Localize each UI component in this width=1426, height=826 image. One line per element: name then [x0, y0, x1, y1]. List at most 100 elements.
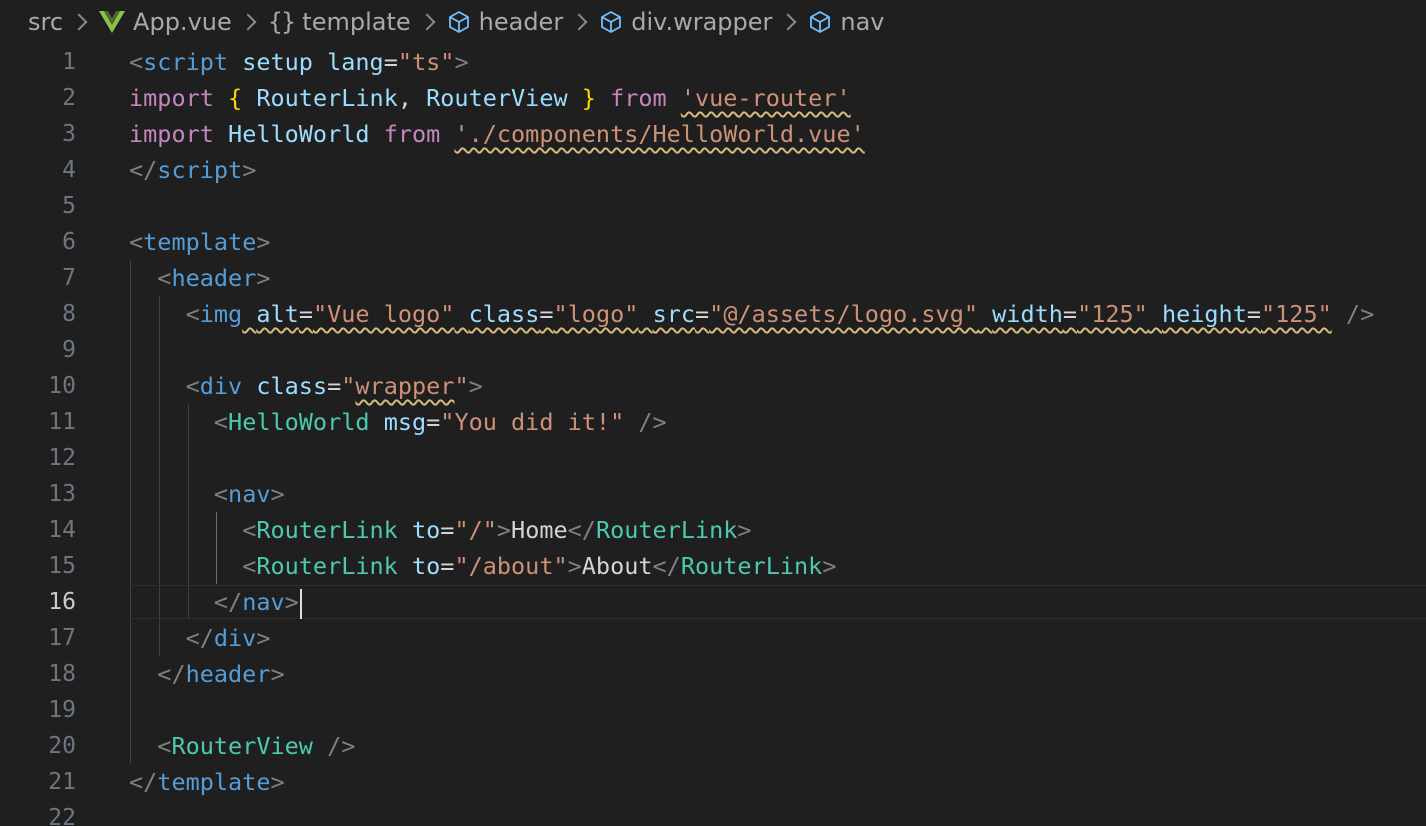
code-line[interactable]: 7 <header>	[0, 260, 1426, 296]
breadcrumb-item-header[interactable]: header	[447, 8, 563, 36]
code-token: header	[171, 264, 257, 292]
code-line[interactable]: 12	[0, 440, 1426, 476]
breadcrumb-item-nav[interactable]: nav	[808, 8, 885, 36]
breadcrumb-item-div-wrapper[interactable]: div.wrapper	[599, 8, 772, 36]
code-token: template	[143, 228, 257, 256]
line-number: 21	[48, 769, 76, 795]
code-token: </	[185, 624, 214, 652]
code-text: <div class="wrapper">	[129, 368, 483, 404]
code-token: HelloWorld	[228, 408, 370, 436]
code-text: <RouterView />	[129, 728, 355, 764]
code-line[interactable]: 10 <div class="wrapper">	[0, 368, 1426, 404]
code-token: </	[157, 660, 186, 688]
code-token: =	[298, 300, 313, 328]
line-number: 15	[48, 553, 76, 579]
code-text: <template>	[129, 224, 271, 260]
code-token: RouterLink	[256, 516, 398, 544]
code-token: </	[567, 516, 596, 544]
code-token: template	[157, 768, 271, 796]
code-line[interactable]: 8 <img alt="Vue logo" class="logo" src="…	[0, 296, 1426, 332]
line-number: 17	[48, 625, 76, 651]
code-line[interactable]: 14 <RouterLink to="/">Home</RouterLink>	[0, 512, 1426, 548]
code-token: import	[129, 120, 214, 148]
code-token: =	[539, 300, 554, 328]
code-line[interactable]: 5	[0, 188, 1426, 224]
breadcrumb: src App.vue {} template header div.wrapp…	[0, 0, 1426, 44]
code-token: from	[383, 120, 441, 148]
code-token: About	[581, 552, 653, 580]
breadcrumb-label: template	[302, 8, 411, 36]
code-token: './components/HelloWorld.vue'	[454, 120, 865, 148]
code-text: <header>	[129, 260, 270, 296]
code-line[interactable]: 4 </script>	[0, 152, 1426, 188]
code-line[interactable]: 6 <template>	[0, 224, 1426, 260]
breadcrumb-item-app-vue[interactable]: App.vue	[99, 8, 232, 36]
code-line[interactable]: 3 import HelloWorld from './components/He…	[0, 116, 1426, 152]
breadcrumb-item-template[interactable]: {} template	[268, 8, 411, 36]
code-text: </nav>	[129, 584, 302, 620]
code-token: "	[454, 372, 469, 400]
code-token: />	[1345, 300, 1375, 328]
code-token: src	[652, 300, 696, 328]
code-line[interactable]: 18 </header>	[0, 656, 1426, 692]
line-number: 9	[62, 337, 76, 363]
code-line[interactable]: 17 </div>	[0, 620, 1426, 656]
code-token: >	[284, 588, 299, 616]
code-token: >	[468, 372, 483, 400]
code-text: </header>	[129, 656, 285, 692]
chevron-right-icon	[418, 13, 436, 31]
breadcrumb-label: src	[28, 8, 64, 36]
code-token: "/"	[454, 516, 497, 544]
breadcrumb-label: nav	[840, 8, 885, 36]
code-line[interactable]: 20 <RouterView />	[0, 728, 1426, 764]
code-token: </	[129, 768, 158, 796]
code-token: {	[228, 84, 243, 112]
code-token: RouterLink	[256, 552, 398, 580]
breadcrumb-item-src[interactable]: src	[28, 8, 63, 36]
code-token: RouterLink	[595, 516, 738, 544]
vue-icon	[99, 11, 126, 33]
code-token: >	[256, 624, 271, 652]
code-token: <	[242, 552, 257, 580]
code-line[interactable]: 11 <HelloWorld msg="You did it!" />	[0, 404, 1426, 440]
code-line[interactable]: 1 <script setup lang="ts">	[0, 44, 1426, 80]
code-line[interactable]: 15 <RouterLink to="/about">About</Router…	[0, 548, 1426, 584]
code-line[interactable]: 21 </template>	[0, 764, 1426, 800]
code-text: import HelloWorld from './components/Hel…	[129, 116, 865, 152]
code-token: class	[468, 300, 540, 328]
code-token: "@/assets/logo.svg"	[709, 300, 978, 328]
code-token: RouterLink	[680, 552, 823, 580]
code-line[interactable]: 22	[0, 800, 1426, 826]
code-token: class	[256, 372, 328, 400]
code-token: />	[327, 732, 356, 760]
code-token: <	[213, 480, 229, 508]
chevron-right-icon	[570, 13, 588, 31]
code-line[interactable]: 2 import { RouterLink, RouterView } from …	[0, 80, 1426, 116]
code-line[interactable]: 19	[0, 692, 1426, 728]
code-line[interactable]: 9	[0, 332, 1426, 368]
code-token: to	[411, 552, 441, 580]
code-line[interactable]: 16 </nav>	[0, 584, 1426, 620]
code-token: >	[270, 660, 285, 688]
code-token: >	[454, 48, 469, 76]
line-number: 19	[48, 697, 76, 723]
code-token: Home	[511, 516, 568, 544]
chevron-right-icon	[239, 13, 257, 31]
code-token: import	[129, 84, 214, 112]
line-number: 16	[48, 589, 76, 615]
code-token: <	[129, 228, 144, 256]
code-line[interactable]: 13 <nav>	[0, 476, 1426, 512]
code-token: nav	[242, 588, 285, 616]
code-editor[interactable]: 1 <script setup lang="ts"> 2 import { Route…	[0, 44, 1426, 826]
line-number: 18	[48, 661, 76, 687]
code-token: >	[242, 156, 257, 184]
